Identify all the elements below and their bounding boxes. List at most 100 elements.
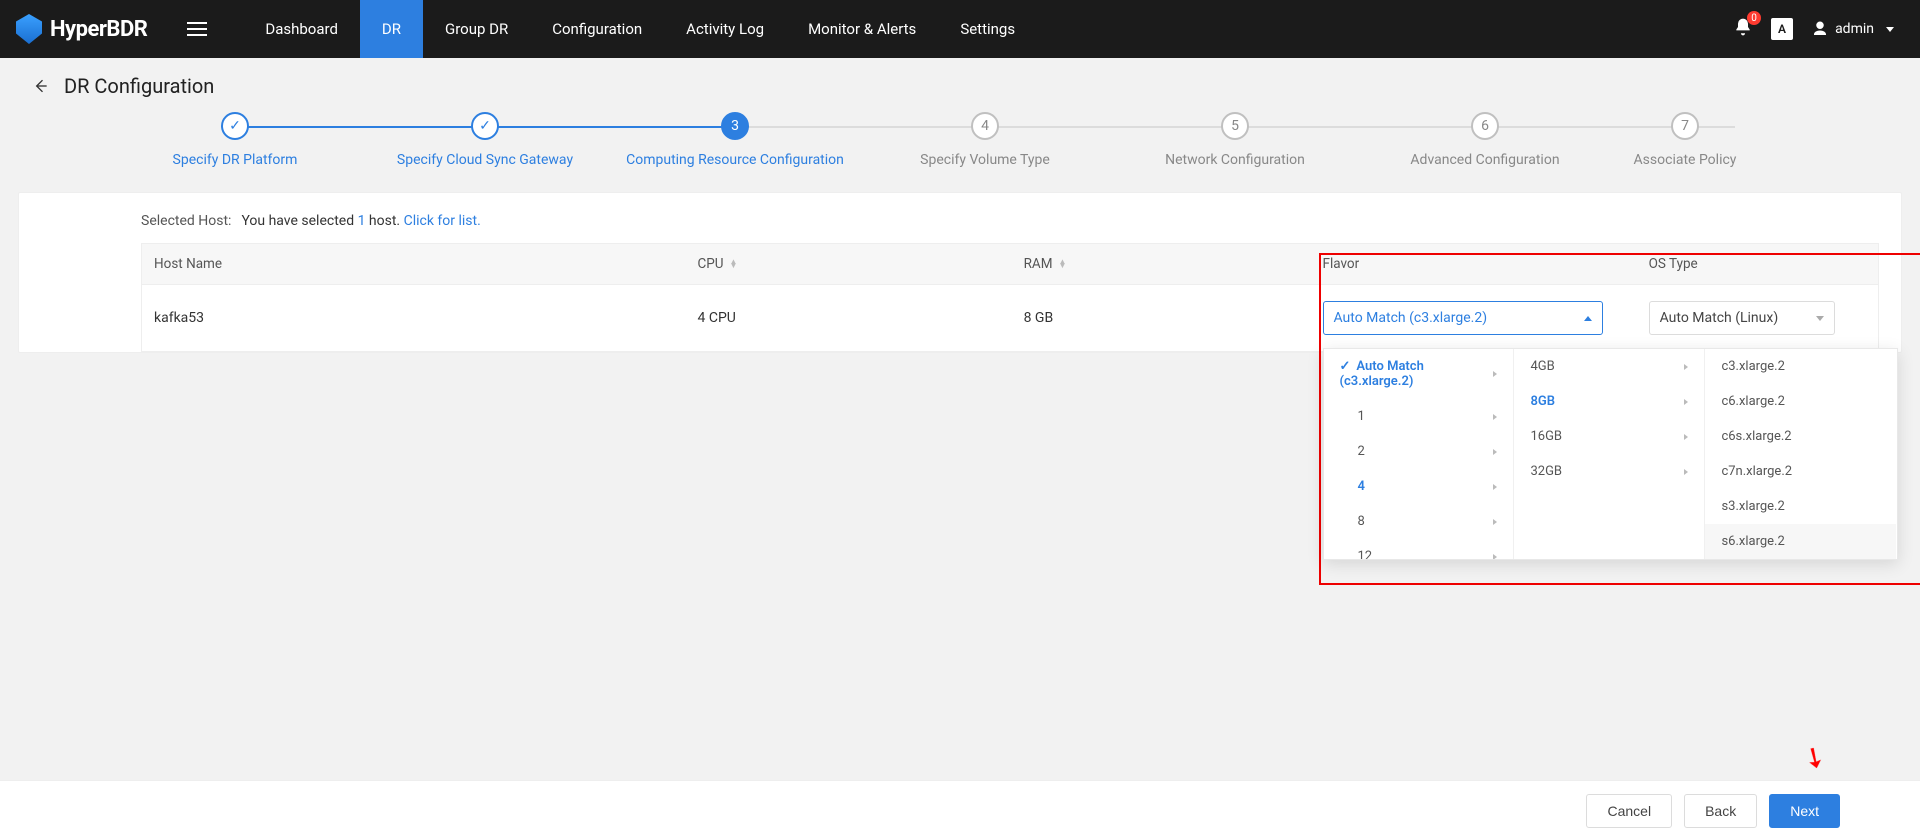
step-circle: 4 (971, 112, 999, 140)
chevron-right-icon (1684, 469, 1688, 475)
col-ram[interactable]: RAM▲▼ (1024, 256, 1323, 272)
user-name: admin (1835, 21, 1874, 37)
flavor-select[interactable]: Auto Match (c3.xlarge.2) (1323, 301, 1603, 335)
chevron-right-icon (1493, 414, 1497, 420)
click-for-list-link[interactable]: Click for list. (404, 213, 481, 229)
page-head: DR Configuration (0, 58, 1920, 108)
nav-item-settings[interactable]: Settings (938, 0, 1037, 58)
dropdown-item[interactable]: 32GB (1514, 454, 1704, 489)
nav-item-configuration[interactable]: Configuration (530, 0, 664, 58)
step-circle (471, 112, 499, 140)
main-header: HyperBDR DashboardDRGroup DRConfiguratio… (0, 0, 1920, 58)
step-connector (735, 126, 985, 128)
col-host: Host Name (154, 256, 697, 272)
step-7[interactable]: 7 Associate Policy (1610, 112, 1760, 168)
chevron-right-icon (1684, 364, 1688, 370)
wizard-footer: Cancel Back Next (0, 780, 1920, 840)
chevron-right-icon (1493, 449, 1497, 455)
os-type-select[interactable]: Auto Match (Linux) (1649, 301, 1835, 335)
chevron-right-icon (1684, 434, 1688, 440)
step-label: Associate Policy (1610, 152, 1760, 168)
step-2[interactable]: Specify Cloud Sync Gateway (360, 112, 610, 168)
menu-toggle-icon[interactable] (187, 22, 207, 36)
dropdown-item[interactable]: 8GB (1514, 384, 1704, 419)
dropdown-item[interactable]: c3.xlarge.2 (1705, 349, 1896, 384)
dropdown-item[interactable]: c6s.xlarge.2 (1705, 419, 1896, 454)
col-cpu[interactable]: CPU▲▼ (697, 256, 1023, 272)
chevron-down-icon (1886, 27, 1894, 32)
chevron-right-icon (1493, 484, 1497, 490)
step-3[interactable]: 3Computing Resource Configuration (610, 112, 860, 168)
sort-icon: ▲▼ (730, 260, 738, 268)
cancel-button[interactable]: Cancel (1586, 794, 1672, 828)
sort-icon: ▲▼ (1059, 260, 1067, 268)
nav-item-dashboard[interactable]: Dashboard (243, 0, 360, 58)
dropdown-item-auto-match[interactable]: ✓Auto Match (c3.xlarge.2) (1324, 349, 1514, 399)
wizard-stepper: Specify DR PlatformSpecify Cloud Sync Ga… (0, 112, 1920, 192)
nav-item-dr[interactable]: DR (360, 0, 423, 58)
step-circle: 3 (721, 112, 749, 140)
step-connector (1235, 126, 1485, 128)
dropdown-item[interactable]: 2 (1324, 434, 1514, 469)
brand-logo[interactable]: HyperBDR (16, 14, 147, 44)
step-1[interactable]: Specify DR Platform (110, 112, 360, 168)
nav-item-activity-log[interactable]: Activity Log (664, 0, 786, 58)
step-label: Network Configuration (1110, 152, 1360, 168)
dropdown-item[interactable]: s6.xlarge.2 (1705, 524, 1896, 559)
selected-host-label: Selected Host: (141, 213, 231, 229)
cell-flavor: Auto Match (c3.xlarge.2) ✓Auto Match (c3… (1323, 301, 1649, 335)
step-6[interactable]: 6 Advanced Configuration (1360, 112, 1610, 168)
nav-item-group-dr[interactable]: Group DR (423, 0, 530, 58)
nav-item-monitor-alerts[interactable]: Monitor & Alerts (786, 0, 938, 58)
step-5[interactable]: 5 Network Configuration (1110, 112, 1360, 168)
step-circle: 6 (1471, 112, 1499, 140)
arrow-hint-icon: ➘ (1796, 737, 1833, 777)
step-label: Advanced Configuration (1360, 152, 1610, 168)
dropdown-col-ram: 4GB8GB16GB32GB (1514, 349, 1705, 559)
dropdown-item[interactable]: s3.xlarge.2 (1705, 489, 1896, 524)
notifications-button[interactable]: 0 (1733, 17, 1753, 41)
table-header: Host Name CPU▲▼ RAM▲▼ Flavor OS Type (141, 243, 1879, 284)
selected-host-row: Selected Host: You have selected 1 host.… (141, 213, 1879, 229)
language-switch[interactable]: A (1771, 18, 1793, 40)
cell-cpu: 4 CPU (697, 310, 1023, 326)
step-label: Specify DR Platform (110, 152, 360, 168)
dropdown-item[interactable]: c7n.xlarge.2 (1705, 454, 1896, 489)
dropdown-item[interactable]: 4GB (1514, 349, 1704, 384)
step-circle: 5 (1221, 112, 1249, 140)
page-title: DR Configuration (64, 74, 214, 98)
header-right: 0 A admin (1733, 17, 1904, 41)
hosts-table: Host Name CPU▲▼ RAM▲▼ Flavor OS Type kaf… (141, 243, 1879, 352)
chevron-up-icon (1584, 316, 1592, 321)
step-circle: 7 (1671, 112, 1699, 140)
main-nav: DashboardDRGroup DRConfigurationActivity… (243, 0, 1037, 58)
step-4[interactable]: 4 Specify Volume Type (860, 112, 1110, 168)
back-button[interactable]: Back (1684, 794, 1757, 828)
dropdown-item[interactable]: 8 (1324, 504, 1514, 539)
header-left: HyperBDR DashboardDRGroup DRConfiguratio… (16, 0, 1037, 58)
dropdown-item[interactable]: 12 (1324, 539, 1514, 559)
table-row: kafka53 4 CPU 8 GB Auto Match (c3.xlarge… (141, 284, 1879, 352)
col-flavor: Flavor (1323, 256, 1649, 272)
user-menu[interactable]: admin (1811, 20, 1894, 38)
chevron-right-icon (1493, 554, 1497, 560)
brand-name: HyperBDR (50, 17, 147, 42)
notification-badge: 0 (1747, 11, 1761, 25)
dropdown-item[interactable]: 16GB (1514, 419, 1704, 454)
dropdown-col-flavor: c3.xlarge.2c6.xlarge.2c6s.xlarge.2c7n.xl… (1705, 349, 1896, 559)
dropdown-col-cpu: ✓Auto Match (c3.xlarge.2)124812 (1324, 349, 1515, 559)
user-icon (1811, 20, 1829, 38)
dropdown-item[interactable]: 1 (1324, 399, 1514, 434)
step-circle (221, 112, 249, 140)
next-button[interactable]: Next (1769, 794, 1840, 828)
step-label: Specify Volume Type (860, 152, 1110, 168)
back-arrow-icon[interactable] (30, 76, 50, 96)
chevron-right-icon (1493, 519, 1497, 525)
col-os: OS Type (1649, 256, 1866, 272)
chevron-right-icon (1493, 371, 1497, 377)
chevron-down-icon (1816, 316, 1824, 321)
cell-os: Auto Match (Linux) (1649, 301, 1866, 335)
chevron-right-icon (1684, 399, 1688, 405)
dropdown-item[interactable]: 4 (1324, 469, 1514, 504)
dropdown-item[interactable]: c6.xlarge.2 (1705, 384, 1896, 419)
